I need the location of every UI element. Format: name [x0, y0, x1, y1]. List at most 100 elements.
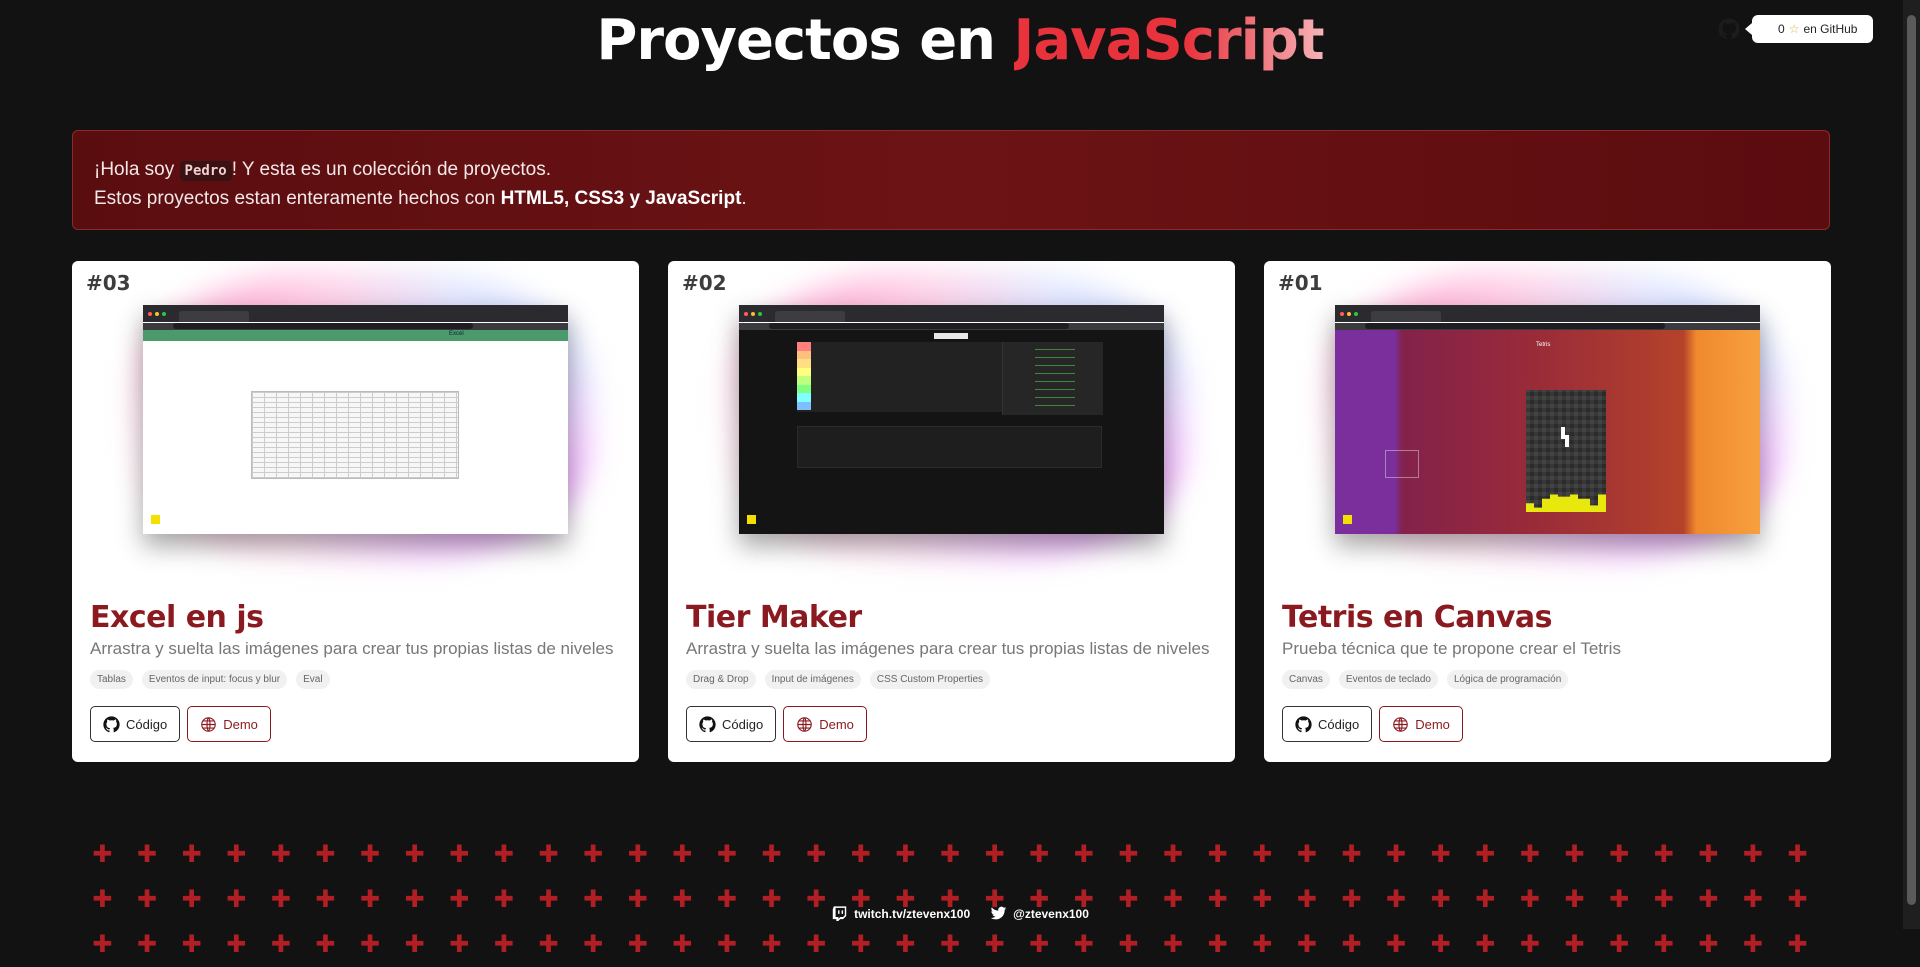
tier-maker-logo [934, 333, 968, 339]
github-icon[interactable] [1718, 18, 1740, 40]
project-tags: Tablas Eventos de input: focus y blur Ev… [90, 670, 330, 689]
tag: Lógica de programación [1446, 670, 1569, 689]
demo-button[interactable]: Demo [187, 706, 271, 742]
plus-icon: ✚ [1073, 840, 1094, 868]
excel-grid [251, 391, 459, 479]
github-icon [103, 715, 120, 732]
browser-toolbar [739, 305, 1164, 322]
tetris-preview-title: Tetris [1536, 342, 1551, 348]
project-number: #02 [682, 271, 727, 295]
project-actions: Código Demo [90, 706, 271, 742]
project-preview[interactable]: Tetris [1335, 305, 1760, 534]
project-preview[interactable] [739, 305, 1164, 534]
project-card-tier-maker: #02 Tier Maker Arrastra y suelta las imá… [668, 261, 1235, 762]
tag: Eventos de teclado [1338, 670, 1438, 689]
project-card-tetris: #01 Tetris Tetris en Canvas Prueba técni… [1264, 261, 1831, 762]
plus-icon: ✚ [270, 840, 291, 868]
intro-banner: ¡Hola soy Pedro! Y esta es un colección … [72, 130, 1830, 230]
tier-rows [797, 342, 1007, 412]
code-button[interactable]: Código [90, 706, 181, 742]
plus-icon: ✚ [1207, 840, 1228, 868]
plus-icon: ✚ [1608, 840, 1630, 868]
project-number: #03 [86, 271, 131, 295]
plus-icon: ✚ [895, 840, 916, 868]
plus-icon: ✚ [716, 840, 737, 868]
plus-icon: ✚ [315, 840, 336, 868]
plus-icon: ✚ [939, 840, 960, 868]
intro-greeting: ¡Hola soy [94, 159, 175, 180]
project-description: Arrastra y suelta las imágenes para crea… [90, 639, 614, 658]
tag: Drag & Drop [686, 670, 756, 689]
code-button-label: Código [722, 716, 764, 732]
excel-header-bar: Excel [143, 330, 568, 341]
plus-icon: ✚ [1162, 840, 1183, 868]
tetris-stack [1526, 490, 1606, 512]
github-stars-label: en GitHub [1803, 22, 1858, 36]
page-scrollbar[interactable] [1903, 0, 1920, 929]
github-icon [1295, 715, 1312, 732]
page-title: Proyectos en JavaScript [0, 8, 1920, 73]
plus-icon: ✚ [1564, 840, 1585, 868]
twitch-link[interactable]: twitch.tv/ztevenx100 [831, 905, 970, 922]
plus-icon: ✚ [1029, 840, 1050, 868]
code-button-label: Código [126, 716, 168, 732]
plus-icon: ✚ [1118, 840, 1139, 868]
tetris-preview: Tetris [1335, 330, 1760, 534]
plus-icon: ✚ [672, 840, 693, 868]
intro-line2-after: . [741, 188, 747, 209]
code-button[interactable]: Código [1282, 706, 1373, 742]
project-title: Excel en js [90, 600, 264, 635]
plus-icon: ✚ [1698, 840, 1719, 868]
tag: Eventos de input: focus y blur [141, 670, 288, 689]
twitter-link-label: @ztevenx100 [1013, 906, 1089, 921]
excel-preview: Excel [143, 330, 568, 534]
browser-toolbar [1335, 305, 1760, 322]
plus-icon: ✚ [806, 840, 827, 868]
twitch-icon [832, 906, 847, 921]
browser-toolbar [143, 305, 568, 322]
twitter-link[interactable]: @ztevenx100 [990, 905, 1089, 922]
project-preview[interactable]: Excel [143, 305, 568, 534]
tag: Input de imágenes [764, 670, 861, 689]
project-tags: Canvas Eventos de teclado Lógica de prog… [1282, 670, 1569, 689]
plus-icon: ✚ [226, 840, 247, 868]
tetris-piece [1561, 427, 1565, 439]
github-icon [699, 715, 716, 732]
tag: CSS Custom Properties [869, 670, 991, 689]
plus-icon: ✚ [92, 840, 113, 868]
github-star-widget[interactable]: 0 ☆ en GitHub [1718, 15, 1874, 43]
demo-button[interactable]: Demo [783, 706, 867, 742]
github-stars-badge[interactable]: 0 ☆ en GitHub [1744, 15, 1874, 43]
globe-icon [797, 716, 812, 732]
plus-icon: ✚ [850, 840, 871, 868]
plus-icon: ✚ [1742, 840, 1763, 868]
plus-icon: ✚ [1430, 840, 1451, 868]
tag: Tablas [90, 670, 133, 689]
tag: Canvas [1282, 670, 1330, 689]
plus-icon: ✚ [449, 840, 470, 868]
demo-button[interactable]: Demo [1379, 706, 1463, 742]
plus-icon: ✚ [493, 840, 514, 868]
scrollbar-thumb[interactable] [1907, 15, 1916, 905]
demo-button-label: Demo [223, 716, 258, 732]
code-button[interactable]: Código [686, 706, 777, 742]
star-icon: ☆ [1788, 22, 1800, 36]
project-title: Tier Maker [686, 600, 862, 635]
plus-icon: ✚ [1475, 840, 1496, 868]
twitter-icon [990, 906, 1007, 920]
plus-icon: ✚ [1341, 840, 1362, 868]
plus-icon: ✚ [1296, 840, 1317, 868]
intro-line-2: Estos proyectos estan enteramente hechos… [94, 185, 1808, 213]
avatar [151, 515, 160, 524]
plus-icon: ✚ [1653, 840, 1674, 868]
twitch-link-label: twitch.tv/ztevenx100 [854, 906, 971, 921]
page-title-prefix: Proyectos en [596, 8, 996, 73]
project-title: Tetris en Canvas [1282, 600, 1552, 635]
plus-icon: ✚ [1519, 840, 1540, 868]
github-stars-count: 0 [1778, 22, 1785, 36]
tetris-controls [1385, 450, 1419, 478]
project-tags: Drag & Drop Input de imágenes CSS Custom… [686, 670, 991, 689]
excel-preview-label: Excel [449, 331, 464, 337]
page-title-highlight: JavaScript [1013, 8, 1325, 73]
project-card-excel: #03 Excel Excel en js Arrastra y suelta … [72, 261, 639, 762]
